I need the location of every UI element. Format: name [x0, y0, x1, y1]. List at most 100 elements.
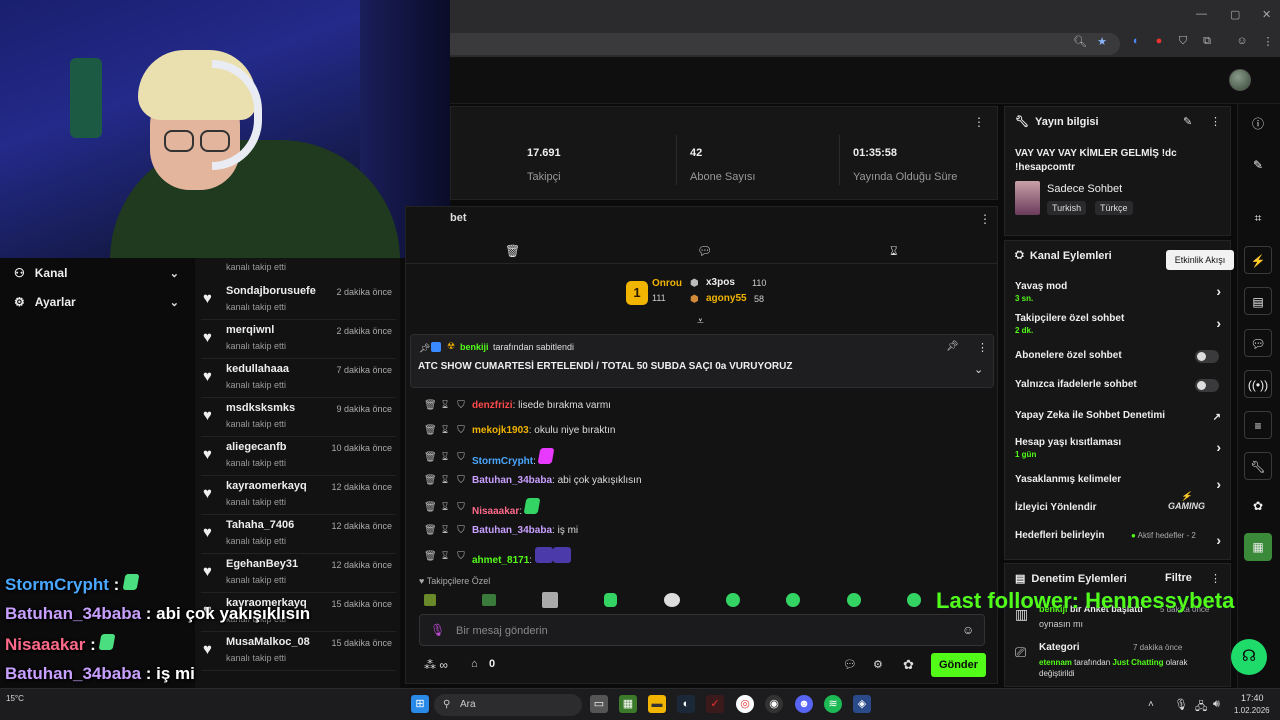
store-icon[interactable]: ⌂: [471, 658, 478, 670]
chat-bubble-icon[interactable]: 💬︎: [843, 658, 857, 671]
minimize-icon[interactable]: —: [1196, 8, 1207, 20]
microphone-icon[interactable]: 🎙︎: [1174, 698, 1188, 711]
send-button[interactable]: Gönder: [931, 653, 986, 677]
chat-username[interactable]: ahmet_8171: [472, 555, 529, 566]
clock-time[interactable]: 17:40: [1241, 693, 1264, 703]
hourglass-icon[interactable]: ⌛︎: [440, 400, 450, 411]
tag[interactable]: Türkçe: [1095, 201, 1133, 215]
chat-bubble-icon[interactable]: 💬︎: [697, 244, 712, 258]
category-thumbnail[interactable]: [1015, 181, 1040, 215]
activity-feed-icon[interactable]: ⚡: [1244, 246, 1272, 274]
task-view-icon[interactable]: ▭: [590, 695, 608, 713]
emote-menu-icon[interactable]: ✿: [903, 657, 914, 673]
followers-only-row[interactable]: Takipçilere özel sohbet 2 dk. ›: [1015, 313, 1227, 335]
maximize-icon[interactable]: ▢: [1230, 8, 1240, 21]
trash-icon[interactable]: 🗑︎: [505, 244, 520, 258]
discord-icon[interactable]: ☻: [795, 695, 813, 713]
screenshot-icon[interactable]: ⌗: [1244, 204, 1272, 232]
emote-picker-item[interactable]: [726, 593, 740, 607]
trash-icon[interactable]: 🗑︎: [424, 502, 437, 513]
emote-picker-item[interactable]: [482, 594, 496, 606]
clock-date[interactable]: 1.02.2026: [1234, 706, 1270, 715]
app-icon[interactable]: ◈: [853, 695, 871, 713]
support-icon[interactable]: ☊: [1231, 639, 1267, 675]
expand-chat-icon[interactable]: ⩡: [697, 314, 704, 329]
hourglass-icon[interactable]: ⌛︎: [440, 425, 450, 436]
more-options-icon[interactable]: ⋮: [1210, 115, 1221, 128]
emote-picker-item[interactable]: [786, 593, 800, 607]
minecraft-icon[interactable]: ▦: [619, 695, 637, 713]
chrome-icon[interactable]: ◎: [736, 695, 754, 713]
emote-only-toggle[interactable]: [1195, 379, 1219, 392]
chat-username[interactable]: Batuhan_34baba: [472, 475, 552, 486]
profile-icon[interactable]: ☺: [1234, 35, 1250, 47]
extension-record-icon[interactable]: ●: [1151, 35, 1167, 47]
trash-icon[interactable]: 🗑︎: [424, 425, 437, 436]
stack-icon[interactable]: ≡: [1244, 411, 1272, 439]
points-icon[interactable]: ⁂ ∞: [424, 658, 448, 672]
emote-picker-item[interactable]: [847, 593, 861, 607]
nav-item-kanal[interactable]: ⚇ Kanal ⌄: [14, 266, 179, 280]
chat-username[interactable]: StormCrypht: [472, 456, 533, 467]
chat-username[interactable]: Batuhan_34baba: [472, 525, 552, 536]
hourglass-icon[interactable]: ⌛︎: [890, 244, 898, 259]
microphone-icon[interactable]: 🎙︎: [430, 623, 445, 637]
emote-picker-item[interactable]: [907, 593, 921, 607]
close-icon[interactable]: ✕: [1262, 8, 1271, 21]
bookmark-star-icon[interactable]: ★: [1094, 35, 1110, 48]
hourglass-icon[interactable]: ⌛︎: [440, 551, 450, 562]
subs-only-toggle[interactable]: [1195, 350, 1219, 363]
chat-input[interactable]: 🎙︎ Bir mesaj gönderin ☺: [419, 614, 985, 646]
edit-icon[interactable]: ✎: [1244, 151, 1272, 179]
unpin-icon[interactable]: 📌︎: [946, 341, 959, 352]
emote-icon[interactable]: ✿: [1244, 492, 1272, 520]
trash-icon[interactable]: 🗑︎: [424, 475, 437, 486]
zoom-icon[interactable]: 🔍︎: [1072, 35, 1088, 48]
chat-icon[interactable]: 💬︎: [1244, 329, 1272, 357]
tag[interactable]: Turkish: [1047, 201, 1087, 215]
edit-icon[interactable]: ✎: [1183, 115, 1192, 128]
browser-menu-icon[interactable]: ⋮: [1260, 35, 1276, 48]
extensions-puzzle-icon[interactable]: ⧉: [1199, 35, 1215, 48]
category-name[interactable]: Sadece Sohbet: [1047, 183, 1122, 195]
chat-username[interactable]: denzfrizi: [472, 400, 513, 411]
weather-widget[interactable]: 15°C: [6, 694, 24, 703]
spotify-icon[interactable]: ≋: [824, 695, 842, 713]
ai-moderation-row[interactable]: Yapay Zeka ile Sohbet Denetimi ↗: [1015, 410, 1227, 423]
goals-row[interactable]: Hedefleri belirleyin ● Aktif hedefler - 2…: [1015, 530, 1227, 548]
emote-picker-item[interactable]: [542, 592, 558, 608]
chat-menu-icon[interactable]: ⋮: [979, 212, 991, 226]
account-age-row[interactable]: Hesap yaşı kısıtlaması 1 gün ›: [1015, 437, 1227, 459]
tray-chevron-icon[interactable]: ˄: [1148, 699, 1154, 710]
more-options-icon[interactable]: ⋮: [973, 115, 985, 129]
trash-icon[interactable]: 🗑︎: [424, 452, 437, 463]
extension-shield-icon[interactable]: ⛉: [1175, 35, 1191, 48]
extension-audio-icon[interactable]: ◖: [1127, 35, 1143, 47]
emoji-icon[interactable]: ☺: [962, 623, 974, 637]
info-icon[interactable]: ⓘ: [1244, 110, 1272, 138]
nav-item-ayarlar[interactable]: ⚙ Ayarlar ⌄: [14, 295, 179, 309]
chat-username[interactable]: mekojk1903: [472, 425, 529, 436]
document-icon[interactable]: ▤: [1244, 287, 1272, 315]
more-options-icon[interactable]: ⋮: [1210, 572, 1221, 585]
windows-start-icon[interactable]: ⊞: [411, 695, 429, 713]
volume-icon[interactable]: 🔊︎: [1213, 698, 1220, 711]
hourglass-icon[interactable]: ⌛︎: [440, 452, 450, 463]
emote-picker-item[interactable]: [604, 593, 617, 607]
broadcast-icon[interactable]: ((•)): [1244, 370, 1272, 398]
app-icon[interactable]: ▦: [1244, 533, 1272, 561]
more-options-icon[interactable]: ⋮: [977, 341, 988, 354]
emote-picker-item[interactable]: [664, 593, 680, 607]
trash-icon[interactable]: 🗑︎: [424, 551, 437, 562]
wrench-icon[interactable]: 🔧︎: [1244, 452, 1272, 480]
gear-icon[interactable]: ⚙: [873, 658, 883, 671]
obs-icon[interactable]: ◉: [765, 695, 783, 713]
hourglass-icon[interactable]: ⌛︎: [440, 502, 450, 513]
network-icon[interactable]: 🖧︎: [1195, 698, 1207, 717]
chat-username[interactable]: Nisaaakar: [472, 506, 519, 517]
file-explorer-icon[interactable]: ▬: [648, 695, 666, 713]
steam-icon[interactable]: ◐: [677, 695, 695, 713]
chevron-down-icon[interactable]: ⌄: [974, 363, 983, 376]
banned-words-row[interactable]: Yasaklanmış kelimeler ›: [1015, 474, 1227, 492]
trash-icon[interactable]: 🗑︎: [424, 525, 437, 536]
